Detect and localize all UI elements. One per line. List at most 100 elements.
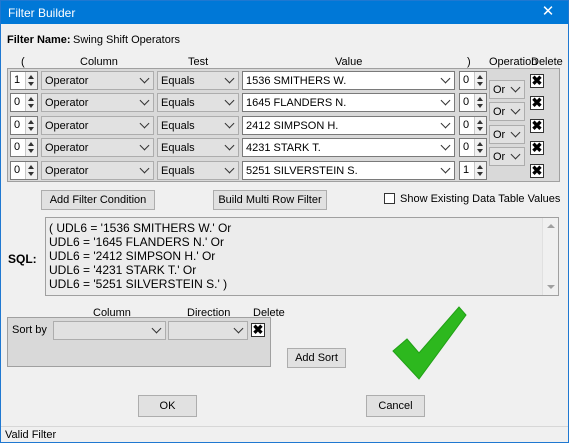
- sql-textbox[interactable]: ( UDL6 = '1536 SMITHERS W.' Or UDL6 = '1…: [45, 217, 559, 296]
- stepper-arrows[interactable]: [474, 139, 486, 156]
- sql-line: UDL6 = '4231 STARK T.' Or: [49, 263, 197, 277]
- delete-row-button[interactable]: ✖: [530, 95, 544, 110]
- show-existing-checkbox[interactable]: [384, 193, 395, 204]
- delete-row-button[interactable]: ✖: [530, 73, 544, 88]
- chevron-down-icon: [224, 118, 235, 129]
- delete-icon: ✖: [531, 73, 543, 88]
- header-test: Test: [188, 56, 209, 68]
- status-text: Valid Filter: [5, 429, 57, 441]
- stepper-arrows[interactable]: [474, 94, 486, 111]
- chevron-down-icon: [510, 127, 521, 138]
- open-paren-stepper[interactable]: 0: [10, 161, 38, 180]
- sql-scrollbar[interactable]: [542, 218, 558, 295]
- chevron-down-icon: [510, 104, 521, 115]
- column-select[interactable]: Operator: [41, 161, 154, 180]
- show-existing-label: Show Existing Data Table Values: [400, 193, 561, 205]
- chevron-down-icon: [440, 95, 451, 106]
- value-select[interactable]: 1536 SMITHERS W.: [242, 71, 455, 90]
- stepper-arrows[interactable]: [25, 117, 37, 134]
- column-select[interactable]: Operator: [41, 116, 154, 135]
- sort-grid: Sort by ✖: [7, 317, 271, 367]
- header-close-paren: ): [467, 56, 471, 68]
- chevron-down-icon: [139, 163, 150, 174]
- close-paren-stepper[interactable]: 0: [459, 71, 487, 90]
- chevron-down-icon: [139, 73, 150, 84]
- chevron-down-icon: [224, 163, 235, 174]
- scroll-down-icon[interactable]: [547, 285, 555, 289]
- stepper-arrows[interactable]: [25, 139, 37, 156]
- open-paren-stepper[interactable]: 0: [10, 93, 38, 112]
- column-select[interactable]: Operator: [41, 71, 154, 90]
- ok-button[interactable]: OK: [138, 395, 197, 417]
- header-open-paren: (: [21, 56, 25, 68]
- operation-select[interactable]: Or: [489, 125, 525, 144]
- window-title: Filter Builder: [8, 6, 76, 20]
- operation-select[interactable]: Or: [489, 147, 525, 166]
- test-select[interactable]: Equals: [157, 161, 239, 180]
- value-select[interactable]: 5251 SILVERSTEIN S.: [242, 161, 455, 180]
- sql-line: UDL6 = '1645 FLANDERS N.' Or: [49, 235, 224, 249]
- stepper-arrows[interactable]: [25, 94, 37, 111]
- sort-direction-select[interactable]: [168, 321, 248, 340]
- stepper-arrows[interactable]: [474, 162, 486, 179]
- cancel-button[interactable]: Cancel: [366, 395, 425, 417]
- header-delete: Delete: [531, 56, 563, 68]
- stepper-arrows[interactable]: [25, 162, 37, 179]
- add-filter-condition-button[interactable]: Add Filter Condition: [41, 190, 155, 210]
- build-multi-row-filter-button[interactable]: Build Multi Row Filter: [213, 190, 327, 210]
- value-select[interactable]: 1645 FLANDERS N.: [242, 93, 455, 112]
- conditions-grid: 1 Operator Equals 1536 SMITHERS W. 0 Or: [7, 68, 560, 182]
- close-paren-stepper[interactable]: 0: [459, 116, 487, 135]
- stepper-arrows[interactable]: [474, 117, 486, 134]
- filter-name-label: Filter Name:: [7, 34, 71, 46]
- delete-row-button[interactable]: ✖: [530, 163, 544, 178]
- scroll-up-icon[interactable]: [547, 224, 555, 228]
- chevron-down-icon: [510, 82, 521, 93]
- chevron-down-icon: [224, 73, 235, 84]
- delete-icon: ✖: [531, 118, 543, 133]
- open-paren-stepper[interactable]: 0: [10, 138, 38, 157]
- sql-label: SQL:: [8, 252, 37, 266]
- sort-column-select[interactable]: [53, 321, 166, 340]
- filter-builder-window: Filter Builder ✕ Filter Name: Swing Shif…: [0, 0, 569, 443]
- test-select[interactable]: Equals: [157, 71, 239, 90]
- open-paren-stepper[interactable]: 0: [10, 116, 38, 135]
- close-paren-stepper[interactable]: 0: [459, 93, 487, 112]
- close-icon[interactable]: ✕: [538, 3, 558, 21]
- header-value: Value: [335, 56, 363, 68]
- value-select[interactable]: 2412 SIMPSON H.: [242, 116, 455, 135]
- sql-line: UDL6 = '5251 SILVERSTEIN S.' ): [49, 277, 228, 291]
- delete-sort-button[interactable]: ✖: [251, 322, 265, 337]
- header-column: Column: [80, 56, 118, 68]
- chevron-down-icon: [440, 118, 451, 129]
- sql-line: ( UDL6 = '1536 SMITHERS W.' Or: [49, 221, 232, 235]
- delete-row-button[interactable]: ✖: [530, 118, 544, 133]
- chevron-down-icon: [440, 163, 451, 174]
- add-sort-button[interactable]: Add Sort: [287, 348, 346, 368]
- sql-line: UDL6 = '2412 SIMPSON H.' Or: [49, 249, 216, 263]
- column-select[interactable]: Operator: [41, 93, 154, 112]
- close-paren-stepper[interactable]: 1: [459, 161, 487, 180]
- title-bar[interactable]: Filter Builder ✕: [1, 1, 568, 24]
- value-select[interactable]: 4231 STARK T.: [242, 138, 455, 157]
- operation-select[interactable]: Or: [489, 102, 525, 121]
- test-select[interactable]: Equals: [157, 93, 239, 112]
- open-paren-stepper[interactable]: 1: [10, 71, 38, 90]
- status-bar: Valid Filter: [1, 426, 568, 442]
- chevron-down-icon: [139, 118, 150, 129]
- column-select[interactable]: Operator: [41, 138, 154, 157]
- delete-icon: ✖: [531, 163, 543, 178]
- sort-by-label: Sort by: [12, 324, 47, 336]
- stepper-arrows[interactable]: [474, 72, 486, 89]
- test-select[interactable]: Equals: [157, 116, 239, 135]
- delete-row-button[interactable]: ✖: [530, 140, 544, 155]
- delete-icon: ✖: [531, 95, 543, 110]
- test-select[interactable]: Equals: [157, 138, 239, 157]
- chevron-down-icon: [510, 149, 521, 160]
- delete-icon: ✖: [252, 322, 264, 337]
- stepper-arrows[interactable]: [25, 72, 37, 89]
- operation-select[interactable]: Or: [489, 80, 525, 99]
- close-paren-stepper[interactable]: 0: [459, 138, 487, 157]
- chevron-down-icon: [224, 95, 235, 106]
- chevron-down-icon: [440, 140, 451, 151]
